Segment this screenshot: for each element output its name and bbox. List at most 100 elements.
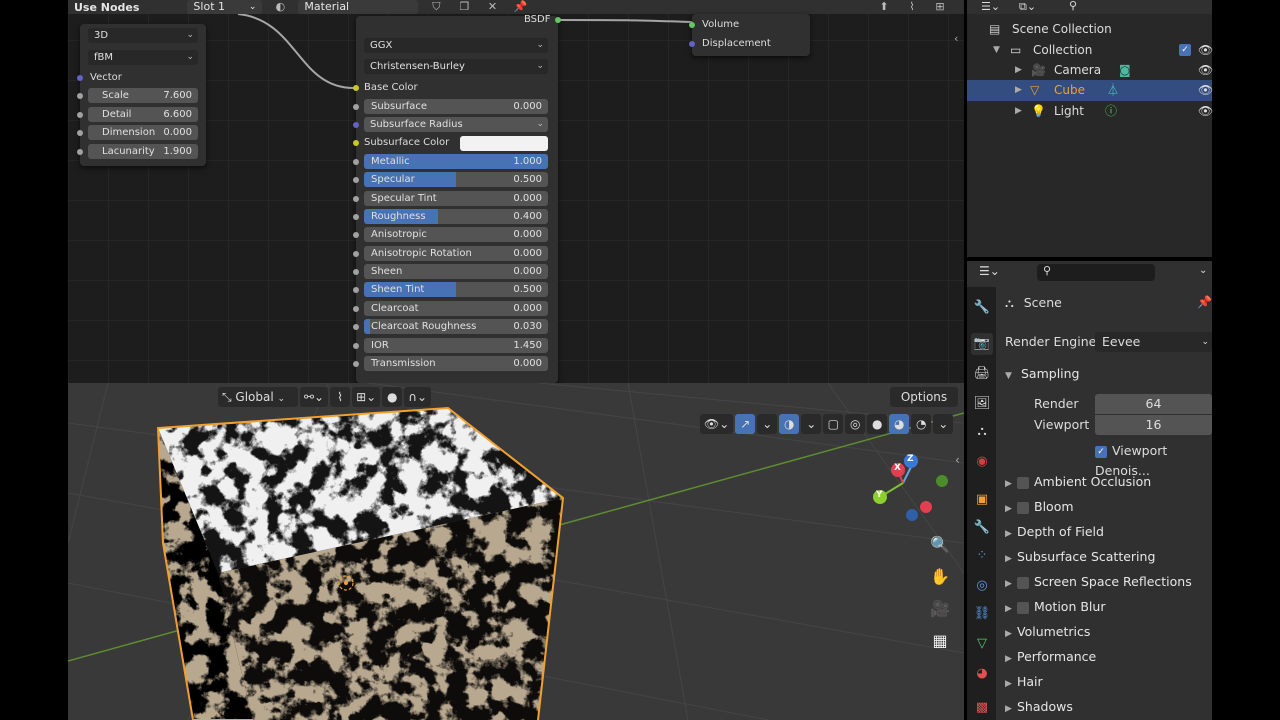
material-tab-icon[interactable]: ◕ — [971, 663, 993, 685]
slot-dropdown[interactable]: Slot 1 ⌄ — [187, 0, 263, 14]
outliner-item-camera[interactable]: ▶ 🎥 Camera ◙ 👁 — [967, 60, 1213, 81]
render-panel-header[interactable]: ▶ Screen Space Reflections — [1005, 570, 1215, 594]
viewport-sidebar-chevron-icon[interactable]: ‹ — [955, 453, 960, 467]
pin-context-icon[interactable]: 📌 — [1197, 295, 1212, 309]
collection-expand-icon[interactable]: ▼ — [993, 40, 1005, 61]
falloff-icon[interactable]: ∩⌄ — [404, 387, 432, 407]
options-dropdown[interactable]: Options ⌄ — [890, 387, 958, 424]
bsdf-field[interactable]: Sheen 0.000 — [364, 264, 548, 280]
bsdf-field[interactable]: Sheen Tint 0.500 — [364, 282, 548, 298]
physics-tab-icon[interactable]: ◎ — [971, 575, 993, 597]
filter-icon[interactable]: ⧉⌄ — [1019, 0, 1036, 14]
bsdf-field-socket[interactable] — [353, 269, 359, 276]
bsdf-field-socket[interactable] — [353, 250, 359, 257]
particles-tab-icon[interactable]: ⁘ — [971, 545, 993, 567]
subsurface-color-socket[interactable] — [353, 140, 359, 146]
noise-texture-node[interactable]: 3D ⌄ fBM ⌄ Vector Scale 7.600 Detail 6.600 Dim… — [77, 24, 206, 166]
bsdf-field[interactable]: Metallic 1.000 — [364, 154, 548, 169]
panel-enable-checkbox[interactable] — [1017, 576, 1029, 589]
shader-node-editor[interactable]: Use Nodes Slot 1 ⌄ ◐ Material ⛉ ❐ ✕ 📌 ⬆ … — [68, 0, 964, 383]
bsdf-field[interactable]: Transmission 0.000 — [364, 355, 548, 371]
light-expand-icon[interactable]: ▶ — [1015, 101, 1027, 122]
view-layer-tab-icon[interactable]: 🖼 — [971, 393, 993, 415]
sidebar-toggle-chevron-icon[interactable]: ‹ — [954, 32, 958, 45]
texture-tab-icon[interactable]: ▩ — [971, 697, 993, 719]
vector-input-socket[interactable] — [77, 75, 83, 81]
outliner-search-icon[interactable]: ⚲ — [1069, 0, 1077, 12]
snap-icon[interactable]: ⌇ — [902, 0, 922, 14]
distribution-dropdown[interactable]: GGX ⌄ — [364, 38, 548, 53]
material-sphere-icon[interactable]: ◐ — [270, 0, 290, 14]
noise-type-dropdown[interactable]: fBM ⌄ — [88, 50, 198, 65]
render-panel-header[interactable]: ▶ Motion Blur — [1005, 595, 1215, 619]
constraints-tab-icon[interactable]: ⛓ — [971, 603, 993, 625]
outliner-item-cube[interactable]: ▶ ▽ Cube ⏃ 👁 — [967, 80, 1213, 101]
bsdf-field-socket[interactable] — [353, 342, 359, 349]
bsdf-field[interactable]: Specular 0.500 — [364, 172, 548, 188]
use-nodes-toggle[interactable]: Use Nodes — [74, 1, 139, 14]
noise-field-socket[interactable] — [77, 148, 83, 155]
render-panel-header[interactable]: ▶ Ambient Occlusion — [1005, 470, 1215, 494]
cube-visibility-eye-icon[interactable]: 👁 — [1198, 80, 1213, 101]
parent-node-tree-icon[interactable]: ⬆ — [874, 0, 894, 14]
overlays-dropdown-icon[interactable]: ⌄ — [801, 414, 822, 434]
camera-expand-icon[interactable]: ▶ — [1015, 60, 1027, 81]
subsurface-method-dropdown[interactable]: Christensen-Burley ⌄ — [364, 59, 548, 74]
subsurface-socket[interactable] — [353, 104, 359, 110]
solid-shading-icon[interactable]: ● — [867, 414, 888, 434]
fake-user-shield-icon[interactable]: ⛉ — [426, 0, 446, 14]
properties-editor[interactable]: ☰⌄ ⚲ ⌄ 🔧 📷 🖨 🖼 ⛬ ◉ ▣ 🔧 ⁘ ◎ ⛓ ▽ ◕ ▩ ⛬ Sce… — [967, 261, 1212, 720]
outliner[interactable]: ☰⌄ ⧉⌄ ⚲ ▤ Scene Collection ▼ ▭ Collectio… — [967, 0, 1213, 257]
bsdf-field[interactable]: Anisotropic 0.000 — [364, 227, 548, 243]
transform-orientation-dropdown[interactable]: ⤡ Global ⌄ — [218, 387, 298, 407]
render-tab-icon[interactable]: 📷 — [971, 333, 993, 355]
noise-field[interactable]: Detail 6.600 — [88, 106, 198, 122]
noise-field[interactable]: Lacunarity 1.900 — [88, 143, 198, 159]
noise-field[interactable]: Scale 7.600 — [88, 88, 198, 103]
bsdf-field-socket[interactable] — [353, 360, 359, 367]
snap-target-icon[interactable]: ⊞ — [930, 0, 950, 14]
outliner-item-light[interactable]: ▶ 💡 Light ⓘ 👁 — [967, 101, 1213, 122]
perspective-grid-icon[interactable]: ▦ — [928, 629, 952, 653]
displacement-socket[interactable] — [689, 41, 695, 47]
output-tab-icon[interactable]: 🖨 — [971, 363, 993, 385]
wireframe-shading-icon[interactable]: ◎ — [845, 414, 866, 434]
data-tab-icon[interactable]: ▽ — [971, 633, 993, 655]
collection-visibility-eye-icon[interactable]: 👁 — [1198, 40, 1213, 61]
bsdf-field[interactable]: Clearcoat Roughness 0.030 — [364, 319, 548, 335]
zoom-icon[interactable]: 🔍 — [928, 533, 952, 557]
bsdf-field[interactable]: Roughness 0.400 — [364, 209, 548, 225]
principled-bsdf-node[interactable]: BSDF GGX ⌄ Christensen-Burley ⌄ Base Color… — [353, 14, 561, 383]
unlink-material-icon[interactable]: ✕ — [482, 0, 502, 14]
bsdf-field-socket[interactable] — [353, 195, 359, 202]
bsdf-field[interactable]: Clearcoat 0.000 — [364, 300, 548, 316]
bsdf-field[interactable]: Anisotropic Rotation 0.000 — [364, 245, 548, 261]
snap-target-icon[interactable]: ⊞⌄ — [352, 387, 381, 407]
bsdf-field-socket[interactable] — [353, 232, 359, 239]
noise-field-socket[interactable] — [77, 130, 83, 136]
noise-field[interactable]: Dimension 0.000 — [88, 125, 198, 140]
noise-field-socket[interactable] — [77, 93, 83, 99]
bsdf-output-socket[interactable] — [555, 17, 561, 23]
panel-enable-checkbox[interactable] — [1017, 476, 1029, 489]
render-panel-header[interactable]: ▶ Subsurface Scattering — [1005, 545, 1215, 569]
base-color-socket[interactable] — [353, 85, 359, 91]
noise-dimensions-dropdown[interactable]: 3D ⌄ — [88, 28, 198, 43]
camera-data-icon[interactable]: ◙ — [1119, 60, 1131, 81]
render-engine-dropdown[interactable]: Eevee ⌄ — [1095, 332, 1212, 352]
material-preview-shading-icon[interactable]: ◕ — [889, 414, 910, 434]
render-panel-header[interactable]: ▶ Shadows — [1005, 695, 1215, 719]
bsdf-field-socket[interactable] — [353, 324, 359, 331]
rendered-shading-icon[interactable]: ◔ — [911, 414, 932, 434]
bsdf-field-socket[interactable] — [353, 305, 359, 312]
subsurface-field[interactable]: Subsurface 0.000 — [364, 99, 548, 114]
tool-tab-icon[interactable]: 🔧 — [971, 297, 993, 319]
bsdf-field-socket[interactable] — [353, 177, 359, 184]
xray-toggle-icon[interactable]: ▢ — [823, 414, 844, 434]
panel-enable-checkbox[interactable] — [1017, 601, 1029, 614]
subsurface-radius-socket[interactable] — [353, 122, 359, 128]
collection-row[interactable]: ▼ ▭ Collection ✓ 👁 — [967, 40, 1213, 61]
editor-type-icon[interactable]: ☰⌄ — [979, 264, 1000, 278]
cube-expand-icon[interactable]: ▶ — [1015, 80, 1027, 101]
viewport-denoising-checkbox[interactable]: ✓ — [1095, 445, 1107, 458]
